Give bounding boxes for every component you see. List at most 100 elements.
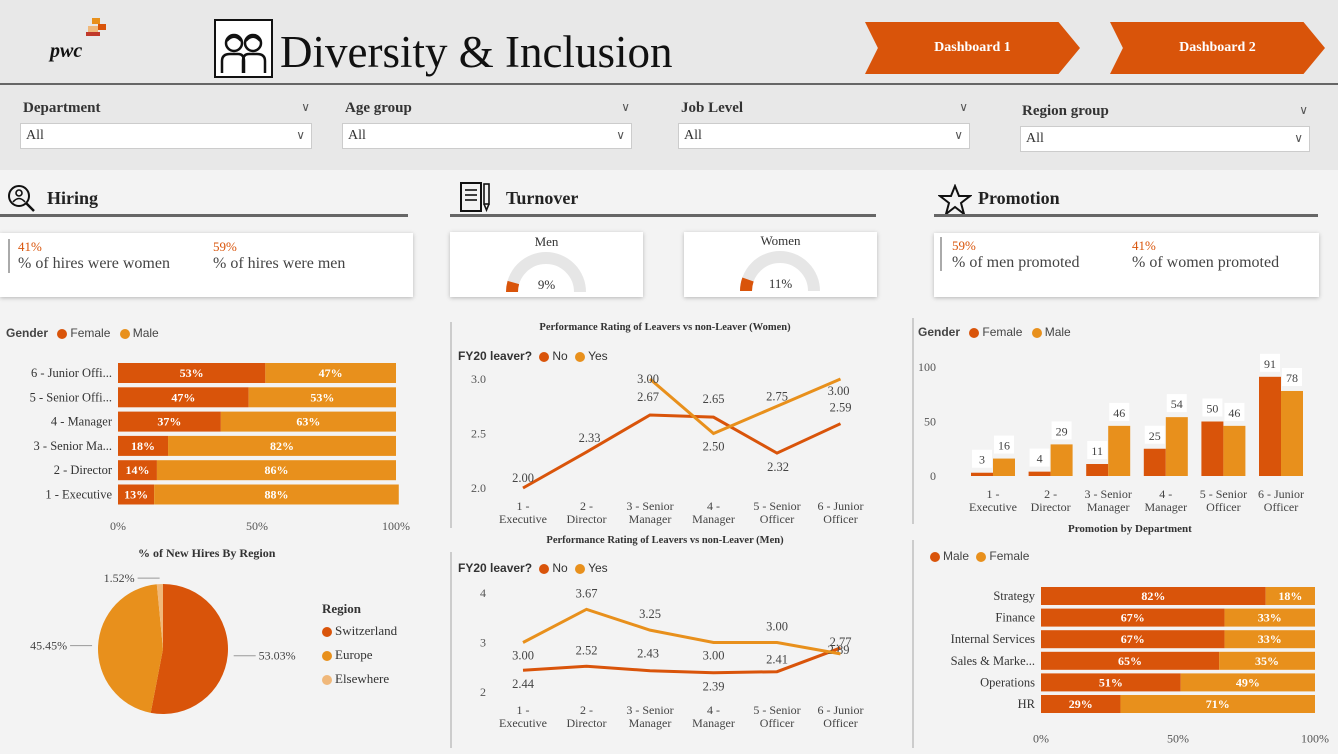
dept-legend: Male Female: [930, 549, 1029, 563]
data-label: 2.44: [512, 677, 535, 691]
y-tick-label: 100: [918, 360, 936, 374]
data-label: 65%: [1118, 654, 1142, 668]
data-label: 2.77: [830, 635, 852, 649]
legend-yes: Yes: [588, 561, 608, 575]
region-group-select[interactable]: All ∨: [1020, 126, 1310, 152]
kpi-women-pct: 41%: [1132, 238, 1156, 253]
data-label: 25: [1149, 429, 1161, 443]
bar: [1281, 390, 1303, 476]
turnover-women-card: Women 11%: [684, 232, 877, 297]
promotion-heading: Promotion: [978, 188, 1060, 208]
turnover-heading: Turnover: [506, 188, 579, 208]
legend-dot-female: [976, 551, 987, 562]
data-label: 2.50: [703, 440, 725, 454]
promotion-underline: [934, 214, 1318, 217]
legend-female: Female: [70, 326, 111, 340]
y-tick-label: 50: [924, 415, 936, 429]
data-label: 88%: [264, 488, 288, 502]
data-label: 86%: [264, 463, 288, 477]
logo-text: pwc: [50, 40, 83, 62]
kpi-women-label: % of hires were women: [18, 255, 170, 272]
data-label: 49%: [1236, 675, 1260, 689]
data-label: 33%: [1258, 611, 1282, 625]
legend-title: FY20 leaver?: [458, 349, 533, 363]
data-label: 2.39: [703, 680, 725, 694]
legend-no: No: [552, 561, 568, 575]
gauge-men-value: 9%: [537, 277, 556, 292]
category-label: 1 - Executive: [45, 488, 112, 502]
dashboard-1-button[interactable]: Dashboard 1: [865, 22, 1080, 74]
data-label: 2.52: [576, 643, 598, 657]
data-label: 67%: [1121, 611, 1145, 625]
leavers-men-chart: 2 3 4 1 -Executive 2 -Director 3 - Senior Mana…: [480, 586, 864, 730]
filter-job-level: Job Level ∨ All ∨: [678, 100, 970, 149]
x-tick-label: 3 - Senior Manager: [626, 703, 673, 730]
x-tick-label: 4 -Manager: [692, 499, 735, 526]
legend-dot-male: [119, 328, 130, 339]
clipboard-pen-icon: [459, 181, 493, 218]
legend-dot-female: [969, 327, 980, 338]
x-tick-label: 50%: [246, 519, 268, 533]
pie-slice: [98, 584, 163, 713]
data-label: 2.00: [512, 471, 534, 485]
x-tick-label: 0%: [1033, 732, 1049, 745]
page-title: Diversity & Inclusion: [280, 27, 673, 77]
category-label: Sales & Marke...: [951, 654, 1035, 668]
data-label: 82%: [270, 439, 294, 453]
chevron-down-icon: ∨: [954, 128, 963, 142]
chevron-down-icon[interactable]: ∨: [959, 100, 968, 115]
bar: [971, 472, 993, 476]
job-level-select[interactable]: All ∨: [678, 123, 970, 149]
category-label: HR: [1018, 697, 1036, 711]
data-label: 4: [1037, 452, 1043, 466]
legend-female: Female: [989, 549, 1030, 563]
category-label: 5 - Senior Offi...: [30, 390, 112, 404]
y-tick-label: 3: [480, 636, 486, 650]
data-label: 3.00: [828, 384, 850, 398]
data-label: 91: [1264, 357, 1276, 371]
department-select[interactable]: All ∨: [20, 123, 312, 149]
data-label: 67%: [1121, 632, 1145, 646]
turnover-underline: [450, 214, 876, 217]
data-label: 78: [1286, 371, 1298, 385]
legend-dot-elsewhere: [322, 675, 332, 686]
data-label: 47%: [319, 366, 343, 380]
data-label: 50: [1206, 402, 1218, 416]
chevron-down-icon[interactable]: ∨: [301, 100, 310, 115]
region-chart-title: % of New Hires By Region: [138, 546, 276, 560]
chevron-down-icon: ∨: [616, 128, 625, 142]
data-label: 46: [1113, 406, 1125, 420]
select-value: All: [1026, 131, 1044, 146]
gauge-men-label: Men: [534, 234, 559, 249]
hiring-heading: Hiring: [47, 188, 99, 208]
data-label: 3.25: [639, 607, 661, 621]
legend-dot-yes: [575, 563, 586, 574]
category-label: Finance: [995, 611, 1035, 625]
data-label: 14%: [125, 463, 149, 477]
promotion-dept-caption: Promotion by Department: [1068, 523, 1192, 535]
series-line: [649, 377, 842, 436]
data-label: 35%: [1255, 654, 1279, 668]
x-tick-label: 1 -Executive: [499, 499, 547, 526]
kpi-women-label: % of women promoted: [1132, 254, 1280, 271]
filter-label: Department: [23, 100, 101, 116]
data-label: 2.32: [767, 460, 789, 474]
legend-yes: Yes: [588, 349, 608, 363]
y-tick-label: 2: [480, 685, 486, 699]
data-label: 2.75: [766, 389, 788, 403]
age-group-select[interactable]: All ∨: [342, 123, 632, 149]
data-label: 51%: [1099, 675, 1123, 689]
dashboard-2-button[interactable]: Dashboard 2: [1110, 22, 1325, 74]
kpi-men-pct: 59%: [952, 238, 976, 253]
x-tick-label: 100%: [1301, 732, 1329, 745]
promotion-kpi-card: 59% % of men promoted 41% % of women pro…: [934, 233, 1319, 297]
legend-switzerland: Switzerland: [335, 623, 398, 638]
x-tick-label: 6 - Junior Officer: [818, 703, 864, 730]
select-value: All: [348, 128, 366, 143]
chevron-down-icon[interactable]: ∨: [621, 100, 630, 115]
leavers-women-title: Performance Rating of Leavers vs non-Lea…: [539, 322, 791, 333]
data-label: 3.00: [637, 372, 659, 386]
category-label: Strategy: [993, 589, 1035, 603]
chevron-down-icon[interactable]: ∨: [1299, 103, 1308, 118]
category-label: Operations: [980, 675, 1035, 689]
